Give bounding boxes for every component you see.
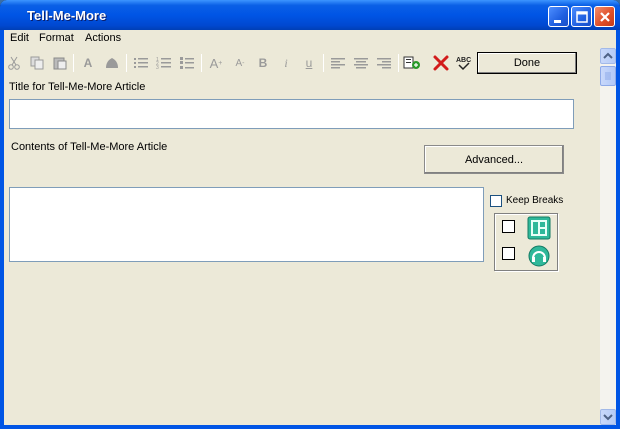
bold-icon[interactable]: B	[254, 54, 272, 72]
italic-icon[interactable]: i	[277, 54, 295, 72]
bullet-list-icon[interactable]	[132, 54, 150, 72]
maximize-icon	[576, 11, 588, 23]
article-contents-textarea[interactable]	[9, 187, 484, 262]
client-area: Edit Format Actions A 123 A + A - B i u …	[4, 30, 616, 425]
close-icon	[600, 12, 610, 22]
scroll-thumb[interactable]	[600, 66, 616, 86]
align-center-icon[interactable]	[352, 54, 370, 72]
chevron-up-icon	[603, 52, 613, 59]
chevron-down-icon	[603, 414, 613, 421]
align-right-icon[interactable]	[375, 54, 393, 72]
toolbar-separator	[126, 54, 127, 72]
toolbar-separator	[73, 54, 74, 72]
toolbar-separator	[201, 54, 202, 72]
mode-selector-panel	[494, 213, 558, 271]
toolbar-separator	[323, 54, 324, 72]
minimize-icon	[554, 20, 561, 23]
minimize-button[interactable]	[548, 6, 569, 27]
numbered-list-icon[interactable]: 123	[155, 54, 173, 72]
font-shrink-icon[interactable]: A-	[231, 54, 249, 72]
font-color-icon[interactable]: A	[79, 54, 97, 72]
advanced-button[interactable]: Advanced...	[424, 145, 564, 174]
scroll-down-button[interactable]	[600, 409, 616, 425]
scroll-up-button[interactable]	[600, 48, 616, 64]
insert-link-icon[interactable]	[403, 54, 421, 72]
frame-right	[616, 30, 620, 429]
copy-icon[interactable]	[28, 54, 46, 72]
contents-field-label: Contents of Tell-Me-More Article	[11, 141, 168, 153]
close-button[interactable]	[594, 6, 615, 27]
grid-layout-icon[interactable]	[527, 216, 551, 240]
mode-grid-checkbox[interactable]	[502, 220, 515, 233]
toolbar-separator	[398, 54, 399, 72]
spell-check-icon[interactable]: ABC	[455, 54, 473, 72]
svg-text:3: 3	[156, 65, 159, 70]
font-grow-icon[interactable]: A +	[207, 54, 225, 72]
outline-list-icon[interactable]	[178, 54, 196, 72]
vertical-scrollbar[interactable]	[600, 48, 616, 425]
keep-breaks-label: Keep Breaks	[506, 195, 564, 206]
app-window: Tell-Me-More Edit Format Actions A 1 2 3…	[0, 0, 620, 429]
title-bar[interactable]: Tell-Me-More	[0, 0, 620, 30]
menu-format[interactable]: Format	[39, 32, 74, 44]
highlight-icon[interactable]	[103, 54, 121, 72]
window-title: Tell-Me-More	[27, 8, 107, 23]
headphones-icon[interactable]	[527, 244, 551, 268]
underline-icon[interactable]: u	[300, 54, 318, 72]
title-field-label: Title for Tell-Me-More Article	[9, 81, 146, 93]
article-title-input[interactable]	[9, 99, 574, 129]
paste-icon[interactable]	[51, 54, 69, 72]
mode-audio-checkbox[interactable]	[502, 247, 515, 260]
frame-bottom	[0, 425, 620, 429]
menu-bar: Edit Format Actions	[4, 30, 600, 48]
menu-edit[interactable]: Edit	[10, 32, 29, 44]
keep-breaks-checkbox[interactable]	[490, 195, 502, 207]
maximize-button[interactable]	[571, 6, 592, 27]
cut-icon[interactable]	[5, 54, 23, 72]
done-button[interactable]: Done	[477, 52, 577, 74]
align-left-icon[interactable]	[329, 54, 347, 72]
delete-icon[interactable]	[432, 54, 450, 72]
menu-actions[interactable]: Actions	[85, 32, 121, 44]
